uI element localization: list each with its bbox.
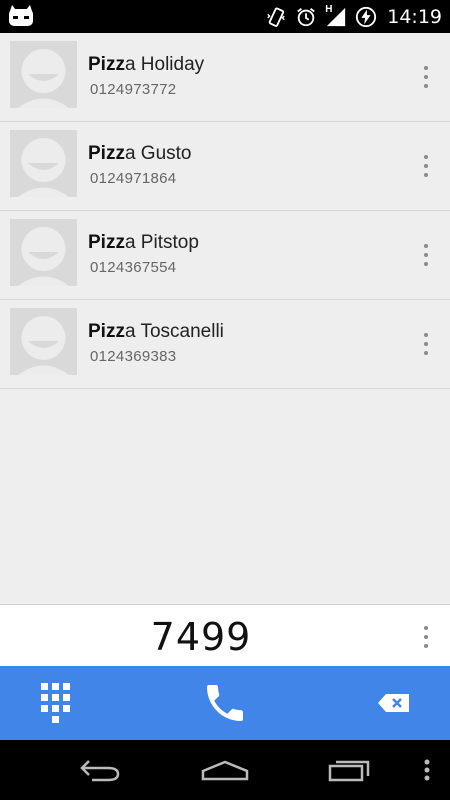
nav-home-button[interactable] [185, 740, 265, 800]
contact-number: 0124971864 [90, 170, 177, 187]
contact-name: Pizza Gusto [88, 143, 192, 165]
backspace-button[interactable] [358, 666, 430, 740]
dialed-digits[interactable]: 7499 [0, 615, 450, 659]
recents-icon [328, 760, 370, 782]
contact-avatar-icon [10, 41, 77, 108]
nav-menu-button[interactable] [412, 740, 442, 800]
contact-suggestion-list: Pizza Holiday 0124973772 Pizza Gusto 012… [0, 33, 450, 389]
menu-icon [424, 759, 430, 781]
dialer-action-bar [0, 666, 450, 740]
signal-icon: H [325, 3, 347, 28]
overflow-menu-icon[interactable] [420, 333, 432, 355]
alarm-icon [297, 7, 316, 26]
contact-name: Pizza Holiday [88, 54, 204, 76]
dialer-overflow-menu-icon[interactable] [420, 626, 432, 648]
name-rest: a Gusto [124, 143, 192, 164]
overflow-menu-icon[interactable] [420, 66, 432, 88]
contact-row[interactable]: Pizza Holiday 0124973772 [0, 33, 450, 122]
status-bar: H 14:19 [0, 0, 450, 33]
contact-avatar-icon [10, 308, 77, 375]
contact-row[interactable]: Pizza Gusto 0124971864 [0, 122, 450, 211]
nav-back-button[interactable] [60, 740, 140, 800]
name-rest: a Pitstop [124, 232, 199, 253]
name-rest: a Holiday [124, 54, 205, 75]
name-match-highlight: Pizz [88, 54, 125, 75]
contact-number: 0124367554 [90, 259, 177, 276]
dialpad-button[interactable] [20, 666, 92, 740]
overflow-menu-icon[interactable] [420, 244, 432, 266]
contact-number: 0124369383 [90, 348, 177, 365]
contact-avatar-icon [10, 219, 77, 286]
contact-name: Pizza Pitstop [88, 232, 199, 254]
home-icon [201, 760, 249, 781]
back-icon [80, 760, 120, 782]
name-match-highlight: Pizz [88, 143, 125, 164]
contact-avatar-icon [10, 130, 77, 197]
contact-row[interactable]: Pizza Pitstop 0124367554 [0, 211, 450, 300]
nav-recents-button[interactable] [310, 740, 390, 800]
dialpad-icon [41, 683, 70, 723]
network-type-label: H [325, 3, 333, 15]
call-icon [207, 685, 243, 721]
contact-name: Pizza Toscanelli [88, 321, 224, 343]
name-match-highlight: Pizz [88, 321, 125, 342]
status-time: 14:19 [387, 5, 442, 28]
battery-charging-icon [356, 6, 377, 27]
navigation-bar [0, 740, 450, 800]
overflow-menu-icon[interactable] [420, 155, 432, 177]
call-button[interactable] [180, 666, 270, 740]
backspace-icon [378, 694, 409, 712]
name-match-highlight: Pizz [88, 232, 125, 253]
vibrate-icon [267, 7, 285, 27]
digits-field[interactable]: 7499 [0, 604, 450, 667]
contact-row[interactable]: Pizza Toscanelli 0124369383 [0, 300, 450, 389]
contact-number: 0124973772 [90, 81, 177, 98]
name-rest: a Toscanelli [124, 321, 224, 342]
cyanogenmod-icon [8, 5, 34, 27]
